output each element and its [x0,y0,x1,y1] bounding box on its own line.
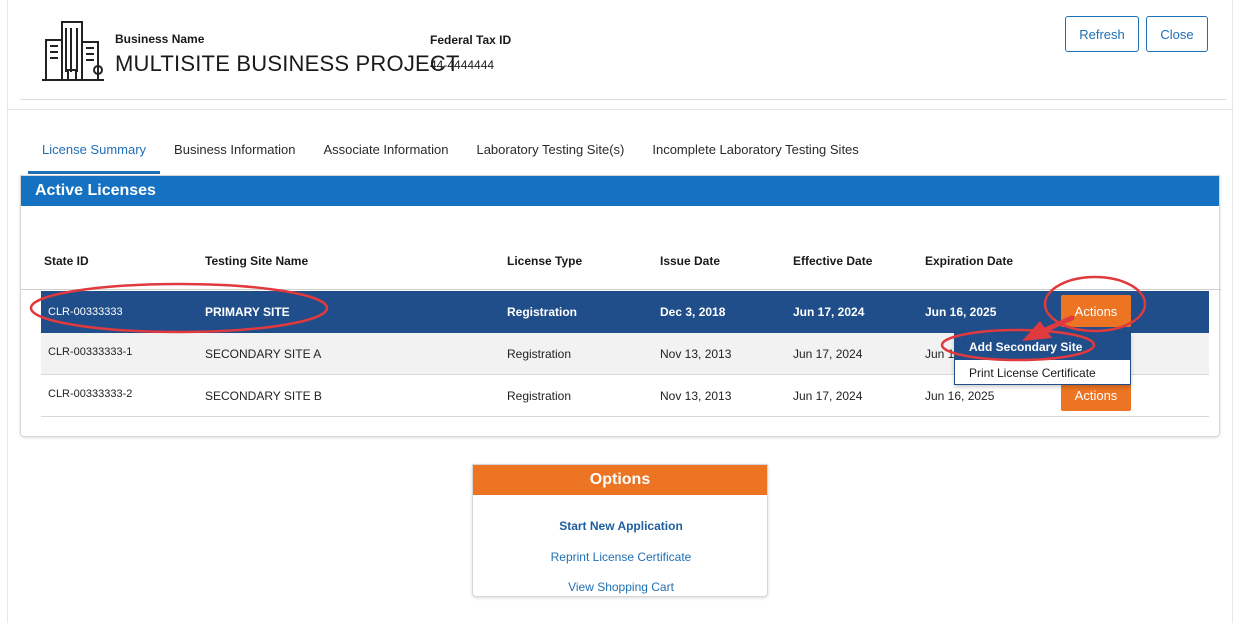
state-id-cell: CLR-00333333-2 [48,388,133,400]
column-header-issue-date: Issue Date [660,254,721,268]
expiration-date-cell: Jun 16, 2025 [925,389,995,403]
tab-bar: License Summary Business Information Ass… [28,138,873,174]
start-new-application-link[interactable]: Start New Application [473,519,769,533]
active-licenses-title: Active Licenses [21,176,1219,206]
business-name: MULTISITE BUSINESS PROJECT [115,51,460,76]
options-title: Options [473,465,767,495]
options-panel: Options Start New Application Reprint Li… [472,464,768,597]
reprint-license-certificate-link[interactable]: Reprint License Certificate [473,550,769,564]
testing-site-name-cell: PRIMARY SITE [205,305,290,319]
federal-tax-id-label: Federal Tax ID [430,33,512,47]
tab-license-summary[interactable]: License Summary [28,138,161,174]
effective-date-cell: Jun 17, 2024 [793,305,865,319]
column-header-expiration-date: Expiration Date [925,254,1014,268]
menu-item-print-license-certificate[interactable]: Print License Certificate [955,360,1130,386]
actions-button[interactable]: Actions [1061,295,1131,327]
testing-site-name-cell: SECONDARY SITE B [205,389,322,403]
menu-item-add-secondary-site[interactable]: Add Secondary Site [955,334,1130,360]
issue-date-cell: Nov 13, 2013 [660,347,732,361]
issue-date-cell: Nov 13, 2013 [660,389,732,403]
license-type-cell: Registration [507,347,572,361]
tab-laboratory-testing-sites[interactable]: Laboratory Testing Site(s) [462,138,638,174]
testing-site-name-cell: SECONDARY SITE A [205,347,322,361]
view-shopping-cart-link[interactable]: View Shopping Cart [473,580,769,594]
business-name-label: Business Name [115,32,205,46]
effective-date-cell: Jun 17, 2024 [793,389,863,403]
tab-business-information[interactable]: Business Information [160,138,309,174]
business-header: Business Name MULTISITE BUSINESS PROJECT… [20,0,1226,100]
table-header: State ID Testing Site Name License Type … [21,254,1221,290]
close-button[interactable]: Close [1146,16,1208,52]
state-id-cell: CLR-00333333-1 [48,346,133,358]
table-row[interactable]: CLR-00333333 PRIMARY SITE Registration D… [41,291,1209,333]
license-type-cell: Registration [507,389,572,403]
actions-dropdown-menu: Add Secondary Site Print License Certifi… [954,333,1131,385]
license-type-cell: Registration [507,305,578,319]
column-header-testing-site-name: Testing Site Name [205,254,309,268]
state-id-cell: CLR-00333333 [48,306,123,318]
column-header-license-type: License Type [507,254,583,268]
column-header-effective-date: Effective Date [793,254,873,268]
refresh-button[interactable]: Refresh [1065,16,1139,52]
effective-date-cell: Jun 17, 2024 [793,347,863,361]
tab-associate-information[interactable]: Associate Information [309,138,462,174]
column-header-state-id: State ID [44,254,89,268]
expiration-date-cell: Jun 16, 2025 [925,305,997,319]
building-icon [42,21,104,81]
federal-tax-id-value: 44-4444444 [430,58,495,72]
tab-incomplete-laboratory-testing-sites[interactable]: Incomplete Laboratory Testing Sites [638,138,872,174]
active-licenses-panel: Active Licenses State ID Testing Site Na… [20,175,1221,437]
divider [7,109,1233,110]
issue-date-cell: Dec 3, 2018 [660,305,726,319]
